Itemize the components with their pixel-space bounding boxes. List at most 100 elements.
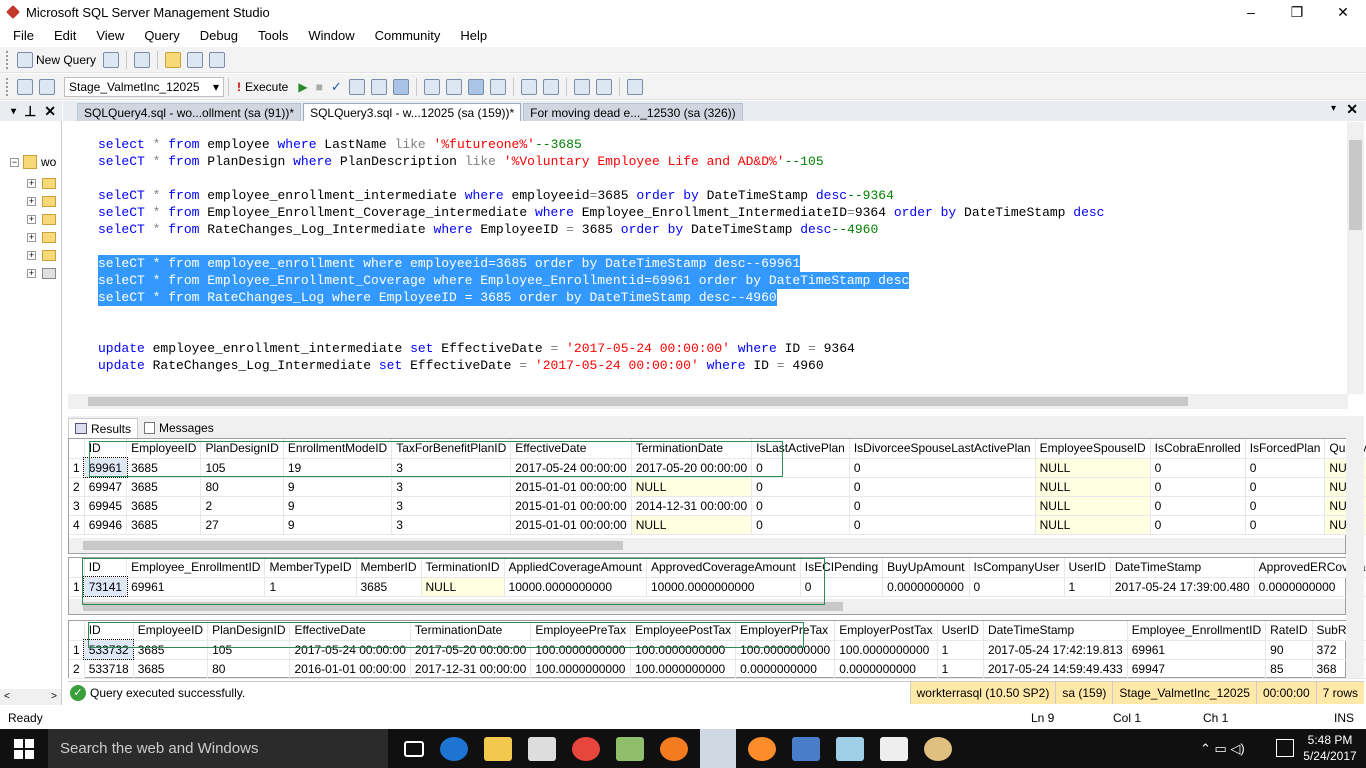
table-cell[interactable]: NULL — [421, 577, 505, 597]
parse-check-icon[interactable]: ✓ — [331, 79, 342, 95]
table-cell[interactable]: 80 — [207, 659, 291, 679]
table-cell[interactable]: 1 — [264, 577, 357, 597]
table-cell[interactable]: 0 — [1150, 515, 1246, 535]
results-vertical-scrollbar[interactable] — [1346, 438, 1364, 678]
results-to-grid-icon[interactable] — [392, 78, 409, 95]
table-cell[interactable]: 9 — [283, 496, 393, 516]
table-cell[interactable]: 0 — [751, 458, 850, 478]
notes-icon[interactable] — [836, 736, 864, 761]
table-cell[interactable]: 0 — [1245, 477, 1326, 497]
left-hscroll[interactable]: < > — [0, 689, 61, 705]
print-icon[interactable] — [209, 51, 226, 68]
firefox-icon[interactable] — [748, 736, 776, 761]
column-header[interactable]: IsECIPending — [800, 558, 884, 578]
column-header[interactable]: EffectiveDate — [289, 621, 411, 641]
query-designer-icon[interactable] — [370, 78, 387, 95]
column-header[interactable]: MemberTypeID — [264, 558, 357, 578]
table-cell[interactable]: 3 — [391, 496, 512, 516]
column-header[interactable]: BuyUpAmount — [882, 558, 970, 578]
table-cell[interactable]: 69961 — [1127, 640, 1267, 660]
tab-sqlquery3[interactable]: SQLQuery3.sql - w...12025 (sa (159))* — [303, 103, 522, 121]
pin-icon[interactable]: ⊥ — [24, 103, 36, 120]
table-cell[interactable]: 9 — [283, 477, 393, 497]
table-cell[interactable]: 3685 — [126, 496, 202, 516]
remote-desktop-icon[interactable] — [792, 736, 820, 761]
table-cell[interactable]: 69961 — [126, 577, 266, 597]
clock[interactable]: 5:48 PM 5/24/2017 — [1300, 732, 1360, 764]
table-cell[interactable]: 2016-01-01 00:00:00 — [289, 659, 411, 679]
open-folder-icon[interactable] — [165, 51, 182, 68]
table-cell[interactable]: 2 — [200, 496, 284, 516]
column-header[interactable]: IsForcedPlan — [1245, 439, 1326, 459]
table-cell[interactable]: 2017-05-24 14:59:49.433 — [983, 659, 1128, 679]
tab-list-dropdown-icon[interactable]: ▾ — [1331, 103, 1336, 114]
calculator-icon[interactable] — [880, 736, 908, 761]
table-cell[interactable]: NULL — [1035, 477, 1151, 497]
table-cell[interactable]: 2015-01-01 00:00:00 — [510, 496, 632, 516]
column-header[interactable]: IsLastActivePlan — [751, 439, 850, 459]
column-header[interactable]: TaxForBenefitPlanID — [391, 439, 512, 459]
table-row[interactable]: 2 533718 3685 80 2016-01-01 00:00:00 201… — [69, 659, 1366, 679]
table-cell[interactable]: 2017-05-24 00:00:00 — [289, 640, 411, 660]
column-header[interactable]: Employee_EnrollmentID — [1127, 621, 1267, 641]
table-cell[interactable]: 69947 — [84, 477, 128, 497]
table-cell[interactable]: 2017-05-24 00:00:00 — [510, 458, 632, 478]
table-cell[interactable]: 100.0000000000 — [630, 640, 737, 660]
table-cell[interactable]: 2017-05-24 17:42:19.813 — [983, 640, 1128, 660]
scroll-thumb[interactable] — [1349, 140, 1362, 230]
table-cell[interactable]: 1 — [937, 659, 984, 679]
tab-moving-dead[interactable]: For moving dead e..._12530 (sa (326)) — [523, 103, 743, 121]
tree-folder[interactable]: + — [27, 246, 56, 264]
table-cell[interactable]: 0 — [751, 477, 850, 497]
column-header[interactable]: ID — [84, 439, 128, 459]
table-cell[interactable]: 105 — [200, 458, 284, 478]
table-cell[interactable]: 10000.0000000000 — [646, 577, 801, 597]
edge-icon[interactable] — [440, 736, 468, 761]
column-header[interactable]: TerminationDate — [631, 439, 753, 459]
minimize-button[interactable]: – — [1228, 0, 1274, 24]
column-header[interactable]: ID — [84, 558, 128, 578]
column-header[interactable]: EffectiveDate — [510, 439, 632, 459]
tab-messages[interactable]: Messages — [138, 418, 220, 438]
display-estimated-plan-icon[interactable] — [348, 78, 365, 95]
tree-folder[interactable]: + — [27, 264, 56, 282]
menu-tools[interactable]: Tools — [245, 28, 295, 43]
close-button[interactable]: ✕ — [1320, 0, 1366, 24]
tree-folder[interactable]: + — [27, 228, 56, 246]
table-cell[interactable]: 100.0000000000 — [530, 640, 632, 660]
table-cell[interactable]: 0 — [849, 515, 1036, 535]
sql-editor[interactable]: select * from employee where LastName li… — [68, 122, 1348, 394]
specify-template-values-icon[interactable] — [626, 78, 643, 95]
table-cell[interactable]: 3685 — [126, 458, 202, 478]
table-cell[interactable]: 0 — [1150, 458, 1246, 478]
table-cell[interactable]: 0 — [751, 496, 850, 516]
close-tab-icon[interactable]: ✕ — [1346, 101, 1358, 118]
column-header[interactable]: PlanDesignID — [200, 439, 284, 459]
menu-view[interactable]: View — [83, 28, 131, 43]
table-cell[interactable]: 73141 — [83, 576, 128, 597]
table-cell[interactable]: NULL — [1035, 496, 1151, 516]
tree-folder[interactable]: + — [27, 192, 56, 210]
table-cell[interactable]: 10000.0000000000 — [504, 577, 647, 597]
table-cell[interactable]: 100.0000000000 — [630, 659, 737, 679]
column-header[interactable]: UserID — [1064, 558, 1111, 578]
table-cell[interactable]: 2015-01-01 00:00:00 — [510, 515, 632, 535]
decrease-indent-icon[interactable] — [573, 78, 590, 95]
new-query-button[interactable]: New Query — [36, 53, 96, 67]
column-header[interactable]: EmployeeSpouseID — [1035, 439, 1151, 459]
table-cell[interactable]: 3685 — [356, 577, 422, 597]
server-node[interactable]: − wo — [10, 155, 56, 169]
column-header[interactable]: IsCompanyUser — [969, 558, 1065, 578]
column-header[interactable]: DateTimeStamp — [983, 621, 1128, 641]
taskbar-search[interactable]: Search the web and Windows — [48, 729, 388, 768]
store-icon[interactable] — [528, 736, 556, 761]
table-cell[interactable]: 19 — [283, 458, 393, 478]
table-cell[interactable]: 2014-12-31 00:00:00 — [631, 496, 753, 516]
table-cell[interactable]: 0 — [849, 477, 1036, 497]
table-cell[interactable]: 0 — [751, 515, 850, 535]
menu-window[interactable]: Window — [295, 28, 361, 43]
column-header[interactable]: EmployeePreTax — [530, 621, 632, 641]
results-grid-1[interactable]: ID EmployeeID PlanDesignID EnrollmentMod… — [68, 438, 1366, 554]
table-cell[interactable]: 2017-12-31 00:00:00 — [410, 659, 532, 679]
table-row[interactable]: 3 69945 3685 2 9 3 2015-01-01 00:00:00 2… — [69, 496, 1366, 516]
